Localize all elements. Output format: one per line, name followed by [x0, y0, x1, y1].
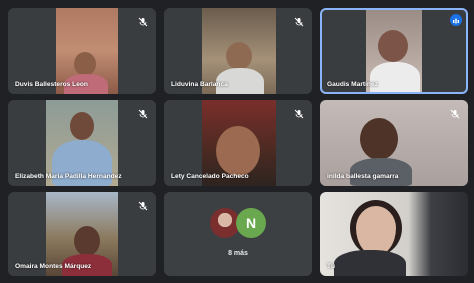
participant-tile-elizabeth[interactable]: Elizabeth Maria Padilla Hernandez [8, 100, 156, 186]
participant-name: Duvis Ballesteros Leon [15, 81, 88, 88]
participant-tile-lety[interactable]: Lety Cancelado Pacheco [164, 100, 312, 186]
participant-tile-inilda[interactable]: inilda ballesta gamarra [320, 100, 468, 186]
body [334, 250, 406, 276]
face [216, 126, 260, 176]
face [378, 30, 408, 62]
participant-tile-liduvina[interactable]: Liduvina Barlanca [164, 8, 312, 94]
participant-tile-omaira[interactable]: Omaira Montes Márquez [8, 192, 156, 276]
video-feed [366, 10, 422, 92]
participant-name: Gaudis Martinez [327, 81, 378, 88]
mic-off-icon [138, 106, 148, 119]
mic-off-icon [294, 106, 304, 119]
face [226, 42, 252, 70]
mic-off-icon [450, 106, 460, 119]
mic-off-icon [138, 198, 148, 211]
participant-name: Elizabeth Maria Padilla Hernandez [15, 173, 122, 180]
face [360, 118, 398, 160]
more-participants-count: 8 más [228, 250, 248, 257]
video-feed [320, 192, 468, 276]
face [74, 52, 96, 76]
participant-tile-self[interactable]: Tú [320, 192, 468, 276]
avatar-letter: N [245, 215, 257, 231]
speaking-indicator-icon [450, 14, 462, 26]
participant-name: Tú [327, 263, 336, 270]
participant-name: Omaira Montes Márquez [15, 263, 92, 270]
face [70, 112, 94, 140]
participant-name: Lety Cancelado Pacheco [171, 173, 249, 180]
participant-tile-duvis[interactable]: Duvis Ballesteros Leon [8, 8, 156, 94]
mic-off-icon [294, 14, 304, 27]
body [350, 158, 412, 186]
participant-name: inilda ballesta gamarra [327, 173, 399, 180]
participant-avatar-letter: N [236, 208, 266, 238]
mic-off-icon [138, 14, 148, 27]
face [350, 200, 402, 256]
participant-name: Liduvina Barlanca [171, 81, 228, 88]
participant-tile-gaudis[interactable]: Gaudis Martinez [320, 8, 468, 94]
others-tile[interactable]: N 8 más [164, 192, 312, 276]
face [74, 226, 100, 256]
